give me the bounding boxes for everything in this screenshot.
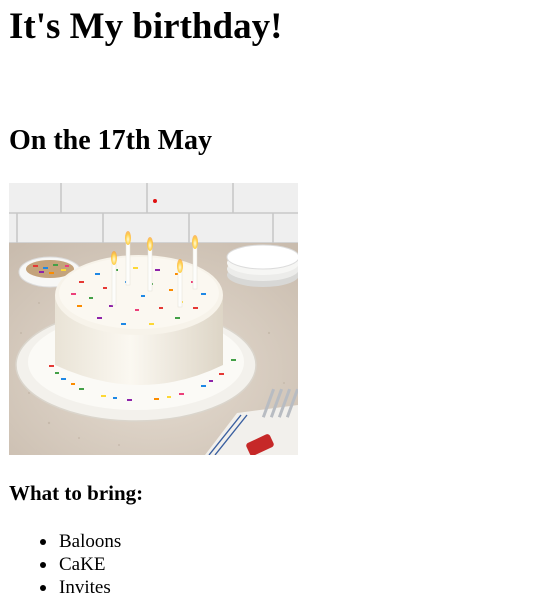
date-heading: On the 17th May xyxy=(9,125,212,156)
list-item-label: CaKE xyxy=(59,554,106,575)
bullet-icon xyxy=(40,539,46,545)
list-item-label: Baloons xyxy=(59,531,122,552)
bullet-icon xyxy=(40,585,46,591)
list-item: Baloons xyxy=(9,530,121,553)
list-item: CaKE xyxy=(9,553,121,576)
cake-image xyxy=(9,183,298,455)
list-item-label: Invites xyxy=(59,577,111,598)
bring-heading: What to bring: xyxy=(9,481,144,505)
bring-list: Baloons CaKE Invites xyxy=(9,530,121,599)
page-title: It's My birthday! xyxy=(9,6,283,47)
bullet-icon xyxy=(40,562,46,568)
